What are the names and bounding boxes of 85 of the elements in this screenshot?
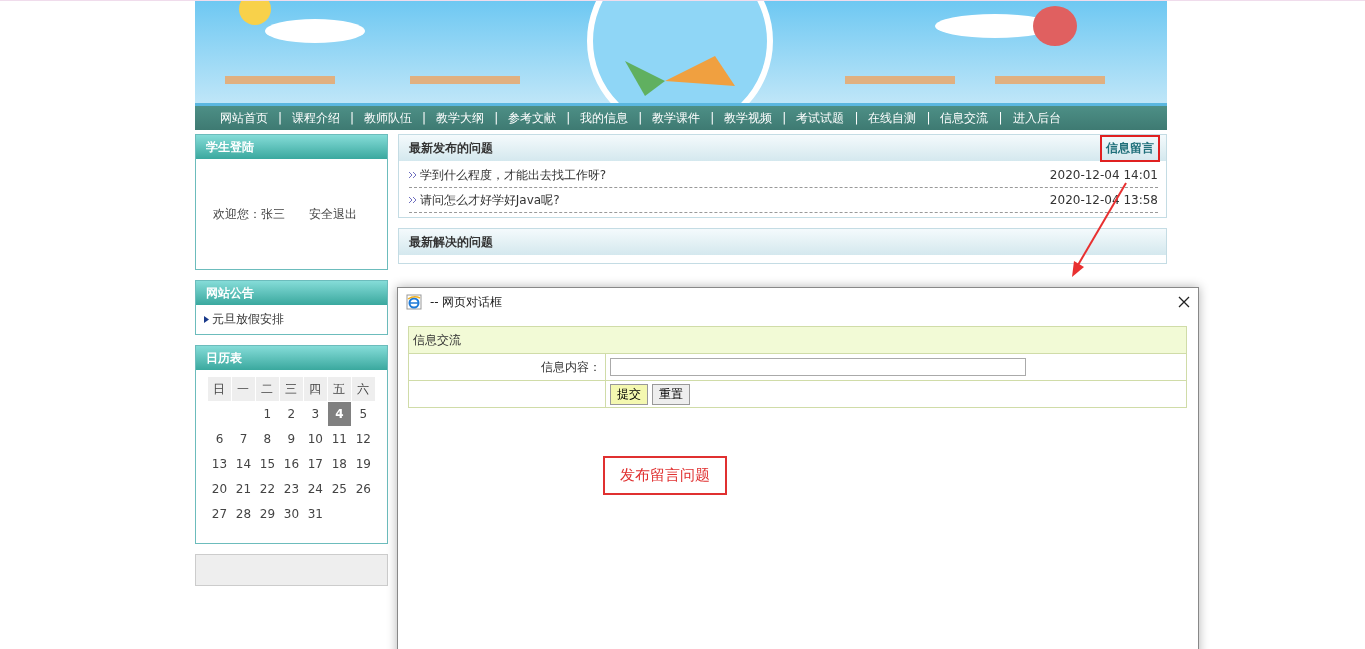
weekday-header: 三 [279,377,303,401]
calendar-day[interactable]: 11 [327,427,351,451]
weekday-header: 五 [327,377,351,401]
calendar-day[interactable]: 17 [303,452,327,476]
calendar-day[interactable]: 29 [255,502,279,526]
nav-link[interactable]: 进入后台 [1007,109,1066,127]
section-title: 最新发布的问题 [408,139,493,157]
calendar-day[interactable]: 6 [208,427,231,451]
calendar-day[interactable]: 18 [327,452,351,476]
nav-link[interactable]: 教师队伍 [359,109,418,127]
calendar-day[interactable]: 13 [208,452,231,476]
nav-link[interactable]: 教学课件 [647,109,706,127]
double-chevron-icon [408,172,417,178]
calendar-day[interactable]: 27 [208,502,231,526]
calendar-day[interactable]: 5 [351,402,375,426]
chevron-icon [204,316,209,323]
content-input[interactable] [610,358,1026,376]
nav-separator: | [277,111,284,125]
logout-link[interactable]: 安全退出 [309,205,357,223]
nav-separator: | [637,111,644,125]
nav-separator: | [997,111,1004,125]
nav-separator: | [781,111,788,125]
nav-link[interactable]: 我的信息 [575,109,634,127]
calendar-day[interactable]: 1 [255,402,279,426]
question-link[interactable]: 请问怎么才好学好Java呢? [419,191,560,209]
nav-link[interactable]: 课程介绍 [287,109,346,127]
calendar-day[interactable]: 8 [255,427,279,451]
calendar-day[interactable]: 10 [303,427,327,451]
weekday-header: 一 [231,377,255,401]
calendar-day[interactable]: 12 [351,427,375,451]
calendar-day[interactable]: 3 [303,402,327,426]
calendar-day[interactable]: 15 [255,452,279,476]
nav-link[interactable]: 考试试题 [791,109,850,127]
calendar-day[interactable]: 4 [327,402,351,426]
calendar-day[interactable]: 21 [231,477,255,501]
panel-title: 网站公告 [196,281,387,305]
annotation-label: 发布留言问题 [603,456,727,495]
form-button[interactable]: 提交 [610,383,648,405]
double-chevron-icon [408,197,417,203]
dialog-title: -- 网页对话框 [430,293,503,311]
nav-separator: | [421,111,428,125]
panel-title: 日历表 [196,346,387,370]
calendar-day[interactable]: 19 [351,452,375,476]
nav-separator: | [493,111,500,125]
calendar-day[interactable]: 20 [208,477,231,501]
nav-separator: | [349,111,356,125]
weekday-header: 四 [303,377,327,401]
calendar-day[interactable]: 22 [255,477,279,501]
nav-link[interactable]: 在线自测 [863,109,922,127]
calendar-day[interactable]: 9 [279,427,303,451]
question-time: 2020-12-04 14:01 [1049,168,1158,182]
calendar-day[interactable]: 24 [303,477,327,501]
question-link[interactable]: 学到什么程度，才能出去找工作呀? [419,166,607,184]
nav-separator: | [853,111,860,125]
calendar-day[interactable]: 16 [279,452,303,476]
nav-link[interactable]: 参考文献 [503,109,562,127]
weekday-header: 六 [351,377,375,401]
nav-link[interactable]: 教学视频 [719,109,778,127]
calendar-day[interactable]: 23 [279,477,303,501]
notice-link[interactable]: 元旦放假安排 [212,311,284,328]
calendar-day[interactable]: 14 [231,452,255,476]
nav-separator: | [709,111,716,125]
welcome-text: 欢迎您：张三 [213,205,285,223]
message-link[interactable]: 信息留言 [1102,136,1158,160]
calendar-day[interactable]: 31 [303,502,327,526]
nav-separator: | [565,111,572,125]
nav-link[interactable]: 信息交流 [935,109,994,127]
form-title: 信息交流 [408,326,1187,354]
calendar-day[interactable]: 7 [231,427,255,451]
browser-icon [406,294,422,310]
nav-separator: | [925,111,932,125]
nav-link[interactable]: 教学大纲 [431,109,490,127]
calendar-day[interactable]: 26 [351,477,375,501]
field-label: 信息内容： [408,353,606,381]
calendar-day[interactable]: 30 [279,502,303,526]
section-title: 最新解决的问题 [408,233,493,251]
panel-title: 学生登陆 [196,135,387,159]
calendar-day[interactable]: 28 [231,502,255,526]
weekday-header: 日 [208,377,231,401]
close-icon[interactable] [1178,296,1190,308]
weekday-header: 二 [255,377,279,401]
calendar-day[interactable]: 2 [279,402,303,426]
form-button[interactable]: 重置 [652,383,690,405]
calendar-day[interactable]: 25 [327,477,351,501]
nav-link[interactable]: 网站首页 [215,109,273,127]
